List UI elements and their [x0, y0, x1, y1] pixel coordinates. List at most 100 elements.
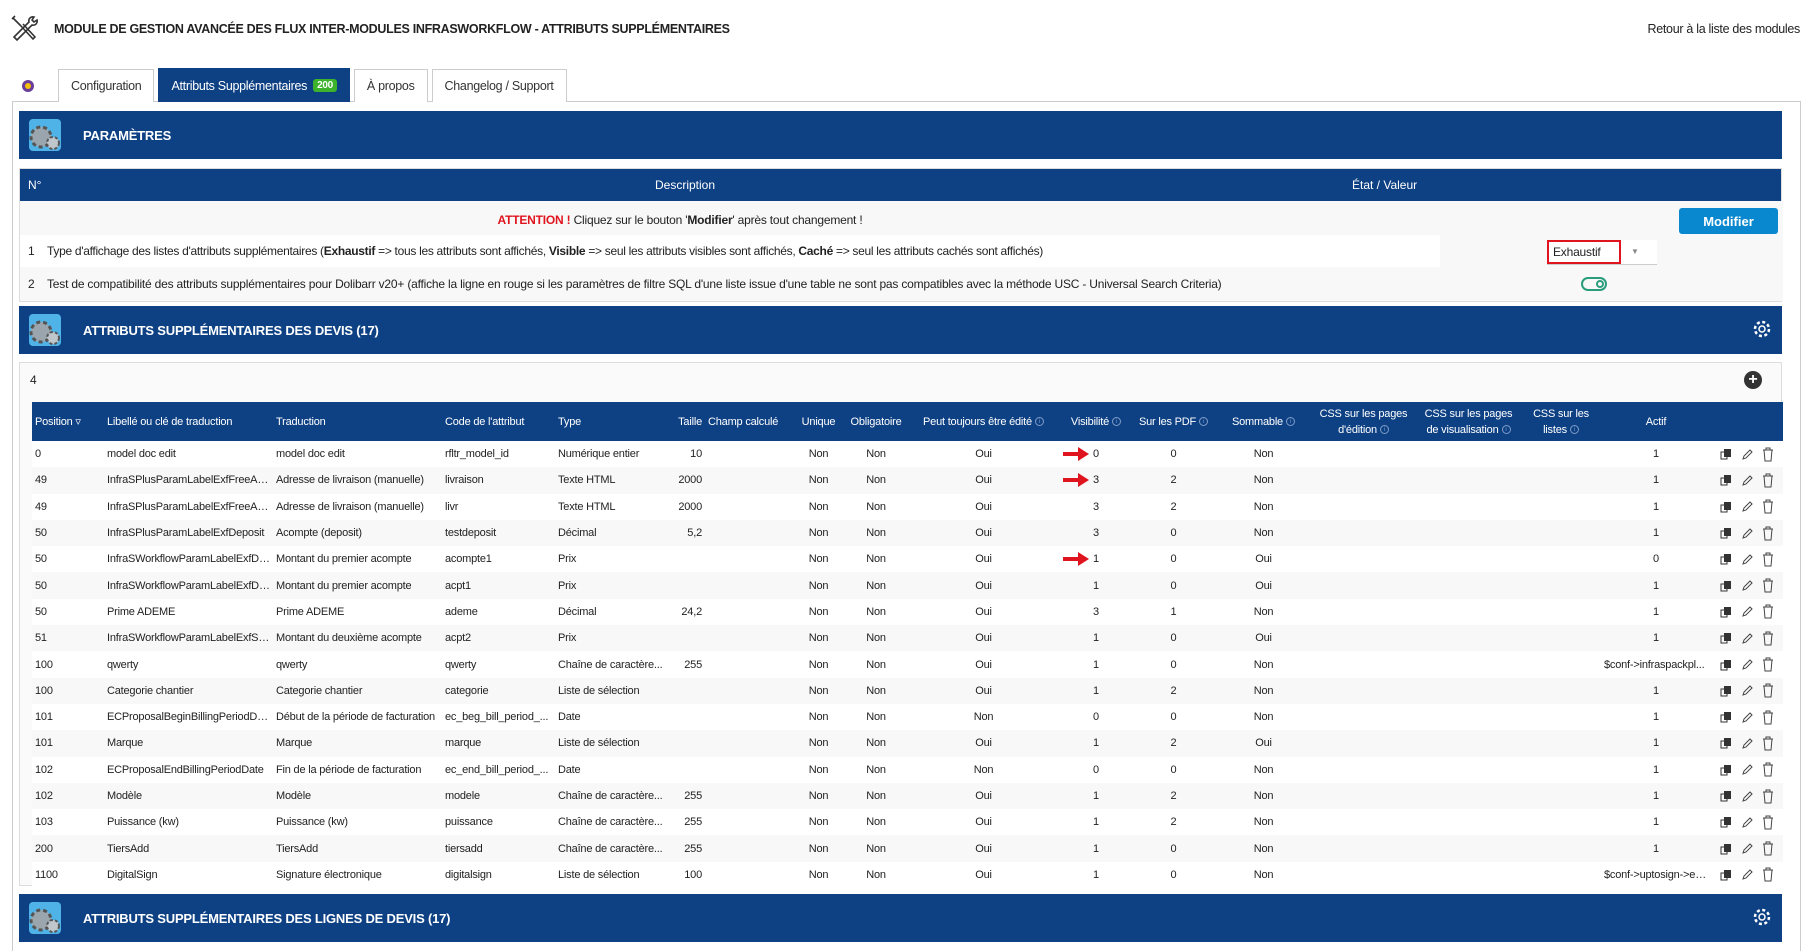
clone-icon[interactable]	[1720, 711, 1732, 723]
info-icon[interactable]: i	[1199, 417, 1209, 427]
edit-pencil-icon[interactable]	[1741, 500, 1753, 513]
delete-trash-icon[interactable]	[1762, 867, 1774, 882]
edit-pencil-icon[interactable]	[1741, 553, 1753, 566]
clone-icon[interactable]	[1720, 501, 1732, 513]
cell-8: Non	[866, 763, 886, 776]
clone-icon[interactable]	[1720, 632, 1732, 644]
delete-trash-icon[interactable]	[1762, 815, 1774, 830]
column-header[interactable]: Position ▿	[32, 402, 104, 441]
tab-configuration[interactable]: Configuration	[58, 69, 155, 102]
clone-icon[interactable]	[1720, 659, 1732, 671]
clone-icon[interactable]	[1720, 527, 1732, 539]
delete-trash-icon[interactable]	[1762, 526, 1774, 541]
cell-15	[1521, 520, 1601, 546]
back-to-modules-link[interactable]: Retour à la liste des modules	[1648, 22, 1801, 36]
tab-a-propos[interactable]: À propos	[353, 69, 428, 102]
gear-icon[interactable]	[1752, 907, 1772, 927]
cell-14	[1416, 441, 1521, 467]
cell-3: acpt2	[445, 632, 471, 645]
compat-toggle[interactable]	[1581, 277, 1607, 291]
actions-header	[1711, 402, 1783, 441]
clone-icon[interactable]	[1720, 869, 1732, 881]
cell-0: 1100	[35, 868, 58, 881]
edit-pencil-icon[interactable]	[1741, 448, 1753, 461]
edit-pencil-icon[interactable]	[1741, 790, 1753, 803]
tab-label: Configuration	[71, 79, 142, 93]
add-attribute-button[interactable]: +	[1744, 371, 1762, 389]
clone-icon[interactable]	[1720, 606, 1732, 618]
clone-icon[interactable]	[1720, 737, 1732, 749]
info-icon[interactable]: i	[1379, 425, 1389, 435]
clone-icon[interactable]	[1720, 448, 1732, 460]
delete-trash-icon[interactable]	[1762, 789, 1774, 804]
cell-2: Signature électronique	[276, 868, 382, 881]
info-icon[interactable]: i	[1501, 425, 1511, 435]
delete-trash-icon[interactable]	[1762, 499, 1774, 514]
clone-icon[interactable]	[1720, 580, 1732, 592]
cell-1: InfraSPlusParamLabelExfDeposit	[107, 527, 265, 540]
edit-pencil-icon[interactable]	[1741, 711, 1753, 724]
cell-13	[1311, 704, 1416, 730]
column-label: Peut toujours être édité	[923, 415, 1032, 428]
cell-14	[1416, 520, 1521, 546]
visibility-value: 1	[1093, 737, 1099, 749]
info-icon[interactable]: i	[1112, 417, 1122, 427]
row-actions	[1711, 625, 1783, 651]
cell-text: 3	[1093, 527, 1099, 540]
edit-pencil-icon[interactable]	[1741, 737, 1753, 750]
clone-icon[interactable]	[1720, 843, 1732, 855]
cell-13	[1311, 862, 1416, 888]
edit-pencil-icon[interactable]	[1741, 658, 1753, 671]
clone-icon[interactable]	[1720, 553, 1732, 565]
devis-banner: ATTRIBUTS SUPPLÉMENTAIRES DES DEVIS (17)	[19, 306, 1782, 354]
cell-4: Prix	[558, 553, 577, 566]
delete-trash-icon[interactable]	[1762, 710, 1774, 725]
delete-trash-icon[interactable]	[1762, 631, 1774, 646]
edit-pencil-icon[interactable]	[1741, 868, 1753, 881]
edit-pencil-icon[interactable]	[1741, 527, 1753, 540]
cell-4: Texte HTML	[558, 474, 616, 487]
edit-pencil-icon[interactable]	[1741, 684, 1753, 697]
clone-icon[interactable]	[1720, 790, 1732, 802]
delete-trash-icon[interactable]	[1762, 604, 1774, 619]
display-type-select[interactable]: Exhaustif ▼	[1547, 240, 1657, 265]
delete-trash-icon[interactable]	[1762, 657, 1774, 672]
edit-pencil-icon[interactable]	[1741, 842, 1753, 855]
gear-icon[interactable]	[1752, 319, 1772, 339]
visibility-value: 3	[1063, 473, 1099, 488]
cell-14	[1416, 599, 1521, 625]
tab-changelog-support[interactable]: Changelog / Support	[431, 69, 567, 102]
edit-pencil-icon[interactable]	[1741, 816, 1753, 829]
edit-pencil-icon[interactable]	[1741, 763, 1753, 776]
cell-15	[1521, 783, 1601, 809]
info-icon[interactable]: i	[1285, 417, 1295, 427]
clone-icon[interactable]	[1720, 474, 1732, 486]
table-row: 200 TiersAdd TiersAdd tiersadd Chaîne de car…	[32, 835, 1783, 862]
modify-button[interactable]: Modifier	[1679, 208, 1778, 234]
delete-trash-icon[interactable]	[1762, 683, 1774, 698]
delete-trash-icon[interactable]	[1762, 473, 1774, 488]
clone-icon[interactable]	[1720, 685, 1732, 697]
delete-trash-icon[interactable]	[1762, 736, 1774, 751]
edit-pencil-icon[interactable]	[1741, 579, 1753, 592]
edit-pencil-icon[interactable]	[1741, 474, 1753, 487]
delete-trash-icon[interactable]	[1762, 578, 1774, 593]
info-icon[interactable]: i	[1034, 417, 1044, 427]
dropdown-arrow-icon: ▼	[1631, 247, 1639, 256]
tab-attributs-supplementaires[interactable]: Attributs Supplémentaires 200	[158, 68, 350, 102]
delete-trash-icon[interactable]	[1762, 762, 1774, 777]
clone-icon[interactable]	[1720, 816, 1732, 828]
table-row: 50 InfraSPlusParamLabelExfDeposit Acompte …	[32, 519, 1783, 547]
delete-trash-icon[interactable]	[1762, 447, 1774, 462]
clone-icon[interactable]	[1720, 764, 1732, 776]
cell-12: Non	[1253, 711, 1274, 724]
cell-7: Non	[808, 684, 829, 697]
cell-6	[705, 835, 791, 861]
edit-pencil-icon[interactable]	[1741, 605, 1753, 618]
delete-trash-icon[interactable]	[1762, 552, 1774, 567]
cell-9: Oui	[975, 790, 992, 802]
cell-0: 102	[35, 763, 53, 776]
delete-trash-icon[interactable]	[1762, 841, 1774, 856]
edit-pencil-icon[interactable]	[1741, 632, 1753, 645]
info-icon[interactable]: i	[1569, 425, 1579, 435]
